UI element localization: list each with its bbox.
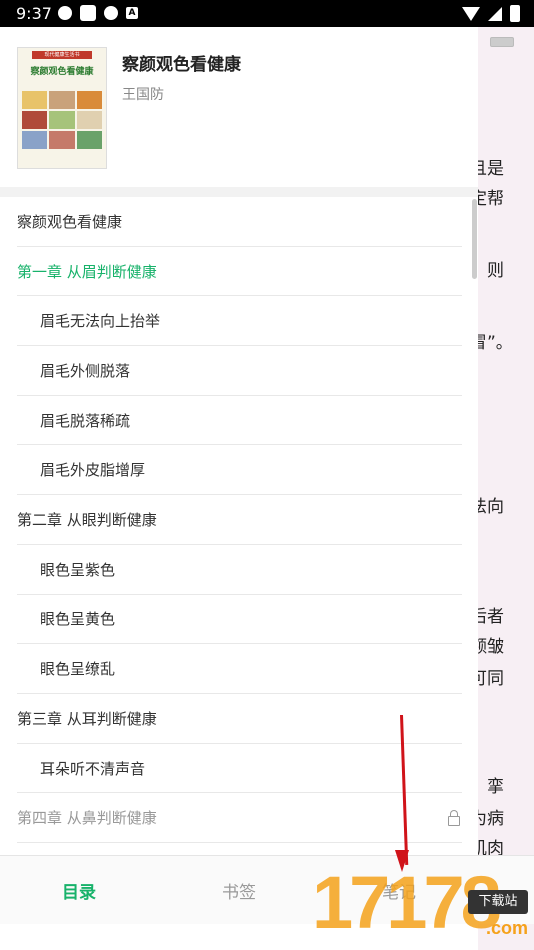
app-notification-icon xyxy=(58,6,72,20)
toc-item-label: 耳朵听不清声音 xyxy=(40,759,146,778)
status-time: 9:37 xyxy=(16,4,52,23)
toc-section-item[interactable]: 眉毛外侧脱落 xyxy=(17,346,462,396)
toc-item-label: 第一章 从眉判断健康 xyxy=(17,262,157,281)
watermark-badge: 下载站 xyxy=(468,890,528,914)
toc-section-item[interactable]: 眉毛外皮脂增厚 xyxy=(17,446,462,496)
toc-section-item[interactable]: 眉毛脱落稀疏 xyxy=(17,396,462,446)
signal-icon xyxy=(488,6,502,21)
lock-icon xyxy=(448,810,460,827)
toc-section-item[interactable]: 眉毛无法向上抬举 xyxy=(17,296,462,347)
toc-item-label: 察颜观色看健康 xyxy=(17,212,123,231)
toc-item-label: 眼色呈紫色 xyxy=(40,560,116,579)
toc-item-label: 第四章 从鼻判断健康 xyxy=(17,809,157,828)
toc-chapter-item[interactable]: 第一章 从眉判断健康 xyxy=(17,247,462,297)
a-notification-icon: A xyxy=(126,7,138,19)
toc-section-item[interactable]: 眼色呈紫色 xyxy=(17,545,462,595)
toc-chapter-item[interactable]: 第二章 从眼判断健康 xyxy=(17,495,462,545)
toc-section-item[interactable]: 耳朵听不清声音 xyxy=(17,744,462,794)
status-bar: 9:37 A xyxy=(0,0,534,27)
cover-images xyxy=(22,91,102,149)
notification-icons: A xyxy=(58,5,138,21)
toc-chapter-item[interactable]: 第三章 从耳判断健康 xyxy=(17,694,462,744)
battery-icon xyxy=(510,5,520,22)
watermark-domain: .com xyxy=(485,918,528,938)
toc-item-label: 眉毛外皮脂增厚 xyxy=(40,461,146,480)
tab-contents[interactable]: 目录 xyxy=(62,878,96,903)
app-notification-icon xyxy=(80,5,96,21)
scrollbar[interactable] xyxy=(472,199,477,279)
tab-bookmarks[interactable]: 书签 xyxy=(222,878,256,903)
toc-item-label: 眉毛无法向上抬举 xyxy=(40,312,161,331)
toc-section-item[interactable]: 眼色呈缭乱 xyxy=(17,644,462,694)
book-info: 现代健康生活书 察颜观色看健康 察颜观色看健康 王国防 xyxy=(0,27,478,187)
app-notification-icon xyxy=(104,6,118,20)
toc-item-label: 眼色呈黄色 xyxy=(40,610,116,629)
watermark-logo: 17178 下载站 .com xyxy=(312,860,534,950)
toc-item-label: 眉毛脱落稀疏 xyxy=(40,411,131,430)
reader-battery-icon xyxy=(490,37,514,47)
cover-title: 察颜观色看健康 xyxy=(30,67,94,77)
toc-item-label: 眉毛外侧脱落 xyxy=(40,361,131,380)
book-author: 王国防 xyxy=(122,87,164,103)
wifi-icon xyxy=(462,6,480,21)
section-divider xyxy=(0,187,478,197)
toc-chapter-item[interactable]: 察颜观色看健康 xyxy=(17,197,462,247)
toc-chapter-item[interactable]: 第四章 从鼻判断健康 xyxy=(17,793,462,844)
toc-section-item[interactable]: 眼色呈黄色 xyxy=(17,595,462,645)
toc-item-label: 第二章 从眼判断健康 xyxy=(17,511,157,530)
book-title: 察颜观色看健康 xyxy=(122,55,241,75)
book-cover[interactable]: 现代健康生活书 察颜观色看健康 xyxy=(17,47,107,169)
cover-series: 现代健康生活书 xyxy=(32,51,92,59)
toc-item-label: 眼色呈缭乱 xyxy=(40,660,116,679)
toc-item-label: 第三章 从耳判断健康 xyxy=(17,709,157,728)
